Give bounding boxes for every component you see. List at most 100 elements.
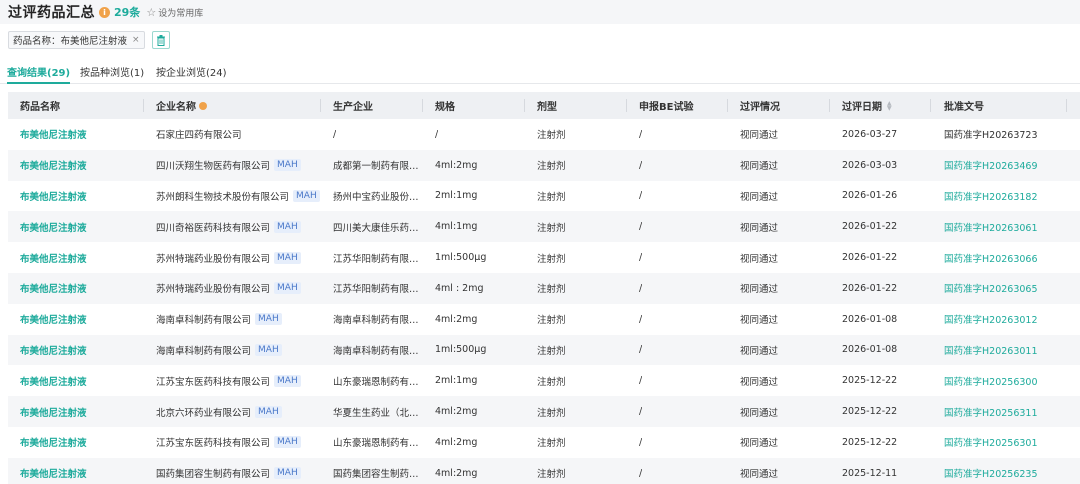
tab-by-company[interactable]: 按企业浏览(24)	[156, 64, 227, 84]
drug-name-link[interactable]: 布美他尼注射液	[20, 127, 87, 141]
be-trial-value: /	[639, 252, 643, 264]
spec-value: 1ml:500μg	[435, 344, 487, 356]
table-header: 药品名称 企业名称 生产企业 规格 剂型 申报BE试验 过评情况 过评日期 ▲ ▼…	[8, 92, 1080, 119]
evaluation-date: 2026-03-03	[842, 159, 898, 171]
tab-bar: 查询结果(29) 按品种浏览(1) 按企业浏览(24)	[0, 58, 1080, 84]
evaluation-status: 视同通过	[740, 161, 779, 173]
column-header-drug-name[interactable]: 药品名称	[20, 92, 60, 119]
evaluation-status: 视同通过	[740, 345, 779, 357]
evaluation-date: 2025-12-22	[842, 406, 898, 418]
producer-name: 成都第一制药有限…	[333, 161, 419, 173]
approval-number-link[interactable]: 国药准字H20256235	[944, 466, 1038, 480]
column-header-be-trial[interactable]: 申报BE试验	[639, 92, 693, 119]
table-row[interactable]: 布美他尼注射液 苏州朗科生物技术股份有限公司 MAH 扬州中宝药业股份… 2ml:1mg…	[8, 181, 1080, 212]
mah-badge: MAH	[274, 251, 301, 264]
column-header-evaluation-date[interactable]: 过评日期 ▲ ▼	[842, 92, 892, 119]
table-row[interactable]: 布美他尼注射液 国药集团容生制药有限公司 MAH 国药集团容生制药… 4ml:2mg 注射…	[8, 457, 1080, 484]
approval-number-link[interactable]: 国药准字H20263469	[944, 158, 1038, 172]
evaluation-status: 视同通过	[740, 469, 779, 481]
approval-number-link[interactable]: 国药准字H20263182	[944, 189, 1038, 203]
spec-value: 2ml:1mg	[435, 190, 478, 202]
company-name: 苏州特瑞药业股份有限公司	[156, 253, 271, 265]
dosage-form-value: 注射剂	[537, 130, 566, 142]
column-header-producer[interactable]: 生产企业	[333, 92, 373, 119]
filter-bar: 药品名称：布美他尼注射液 ×	[8, 31, 170, 49]
company-name: 海南卓科制药有限公司	[156, 345, 252, 357]
drug-name-link[interactable]: 布美他尼注射液	[20, 435, 87, 449]
set-favorite-label: 设为常用库	[158, 8, 204, 19]
close-icon[interactable]: ×	[132, 35, 140, 45]
column-header-approval-number[interactable]: 批准文号	[944, 92, 984, 119]
dosage-form-value: 注射剂	[537, 222, 566, 234]
mah-badge: MAH	[274, 220, 301, 233]
info-icon[interactable]: i	[99, 6, 110, 18]
evaluation-status: 视同通过	[740, 376, 779, 388]
dosage-form-value: 注射剂	[537, 253, 566, 265]
evaluation-date: 2025-12-22	[842, 375, 898, 387]
column-header-company[interactable]: 企业名称	[156, 92, 207, 119]
table-row[interactable]: 布美他尼注射液 海南卓科制药有限公司 MAH 海南卓科制药有限… 1ml:500μg 注射…	[8, 334, 1080, 366]
table-row[interactable]: 布美他尼注射液 海南卓科制药有限公司 MAH 海南卓科制药有限… 4ml:2mg 注射剂 /…	[8, 304, 1080, 335]
approval-number-link[interactable]: 国药准字H20256311	[944, 405, 1038, 419]
info-icon[interactable]	[199, 101, 207, 110]
be-trial-value: /	[639, 282, 643, 294]
spec-value: 4ml:2mg	[435, 467, 478, 479]
approval-number-link[interactable]: 国药准字H20263065	[944, 281, 1038, 295]
spec-value: 4ml : 2mg	[435, 282, 484, 294]
column-header-evaluation[interactable]: 过评情况	[740, 92, 780, 119]
spec-value: 1ml:500μg	[435, 252, 487, 264]
company-name: 石家庄四药有限公司	[156, 130, 242, 142]
drug-name-link[interactable]: 布美他尼注射液	[20, 158, 87, 172]
dosage-form-value: 注射剂	[537, 161, 566, 173]
approval-number-link[interactable]: 国药准字H20263011	[944, 343, 1038, 357]
approval-number-link[interactable]: 国药准字H20256301	[944, 435, 1038, 449]
drug-name-link[interactable]: 布美他尼注射液	[20, 251, 87, 265]
column-header-spec[interactable]: 规格	[435, 92, 455, 119]
drug-name-link[interactable]: 布美他尼注射液	[20, 405, 87, 419]
approval-number-link[interactable]: 国药准字H20256300	[944, 374, 1038, 388]
table-row[interactable]: 布美他尼注射液 北京六环药业有限公司 MAH 华夏生生药业（北… 4ml:2mg 注射剂 /…	[8, 396, 1080, 427]
table-row[interactable]: 布美他尼注射液 江苏宝东医药科技有限公司 MAH 山东豪瑞恩制药有… 4ml:2mg 注射…	[8, 427, 1080, 458]
drug-name-link[interactable]: 布美他尼注射液	[20, 189, 87, 203]
sort-icon[interactable]: ▲ ▼	[887, 100, 892, 111]
company-name: 海南卓科制药有限公司	[156, 315, 252, 327]
approval-number-link[interactable]: 国药准字H20263061	[944, 220, 1038, 234]
drug-name-link[interactable]: 布美他尼注射液	[20, 466, 87, 480]
spec-value: /	[435, 128, 439, 140]
drug-name-link[interactable]: 布美他尼注射液	[20, 312, 87, 326]
approval-number-link[interactable]: 国药准字H20263066	[944, 251, 1038, 265]
drug-name-link[interactable]: 布美他尼注射液	[20, 343, 87, 357]
mah-badge: MAH	[274, 436, 301, 449]
approval-number-link[interactable]: 国药准字H20263012	[944, 312, 1038, 326]
dosage-form-value: 注射剂	[537, 438, 566, 450]
mah-badge: MAH	[274, 159, 301, 172]
tab-query-results[interactable]: 查询结果(29)	[7, 64, 71, 84]
mah-badge: MAH	[255, 405, 282, 418]
producer-name: 海南卓科制药有限…	[333, 345, 419, 357]
drug-name-link[interactable]: 布美他尼注射液	[20, 220, 87, 234]
filter-chip-label: 药品名称：布美他尼注射液	[13, 36, 128, 47]
table-row[interactable]: 布美他尼注射液 苏州特瑞药业股份有限公司 MAH 江苏华阳制药有限… 1ml:500μg…	[8, 242, 1080, 273]
table-row[interactable]: 布美他尼注射液 四川奇裕医药科技有限公司 MAH 四川美大康佳乐药… 4ml:1mg 注射…	[8, 211, 1080, 243]
be-trial-value: /	[639, 221, 643, 233]
table-row[interactable]: 布美他尼注射液 苏州特瑞药业股份有限公司 MAH 江苏华阳制药有限… 4ml : 2mg…	[8, 272, 1080, 304]
producer-name: 四川美大康佳乐药…	[333, 222, 419, 234]
drug-name-link[interactable]: 布美他尼注射液	[20, 281, 87, 295]
producer-name: 山东豪瑞恩制药有…	[333, 438, 419, 450]
mah-badge: MAH	[274, 374, 301, 387]
tab-by-variety[interactable]: 按品种浏览(1)	[80, 64, 144, 84]
producer-name: 山东豪瑞恩制药有…	[333, 376, 419, 388]
table-row[interactable]: 布美他尼注射液 江苏宝东医药科技有限公司 MAH 山东豪瑞恩制药有… 2ml:1mg 注射…	[8, 365, 1080, 396]
drug-name-link[interactable]: 布美他尼注射液	[20, 374, 87, 388]
spec-value: 4ml:2mg	[435, 436, 478, 448]
page-header: 过评药品汇总 i 29条 ☆ 设为常用库	[0, 0, 1080, 24]
results-table: 药品名称 企业名称 生产企业 规格 剂型 申报BE试验 过评情况 过评日期 ▲ ▼…	[8, 92, 1080, 484]
table-row[interactable]: 布美他尼注射液 石家庄四药有限公司 / / 注射剂 / 视同通过 2026-03-27 国药准字…	[8, 119, 1080, 150]
clear-filters-button[interactable]	[151, 31, 170, 49]
set-favorite-button[interactable]: ☆ 设为常用库	[146, 6, 203, 19]
table-row[interactable]: 布美他尼注射液 四川沃翔生物医药有限公司 MAH 成都第一制药有限… 4ml:2mg 注射…	[8, 149, 1080, 181]
page-title: 过评药品汇总	[8, 5, 95, 21]
evaluation-date: 2026-01-08	[842, 313, 898, 325]
column-header-dosage-form[interactable]: 剂型	[537, 92, 557, 119]
result-count: 29条	[114, 6, 141, 19]
